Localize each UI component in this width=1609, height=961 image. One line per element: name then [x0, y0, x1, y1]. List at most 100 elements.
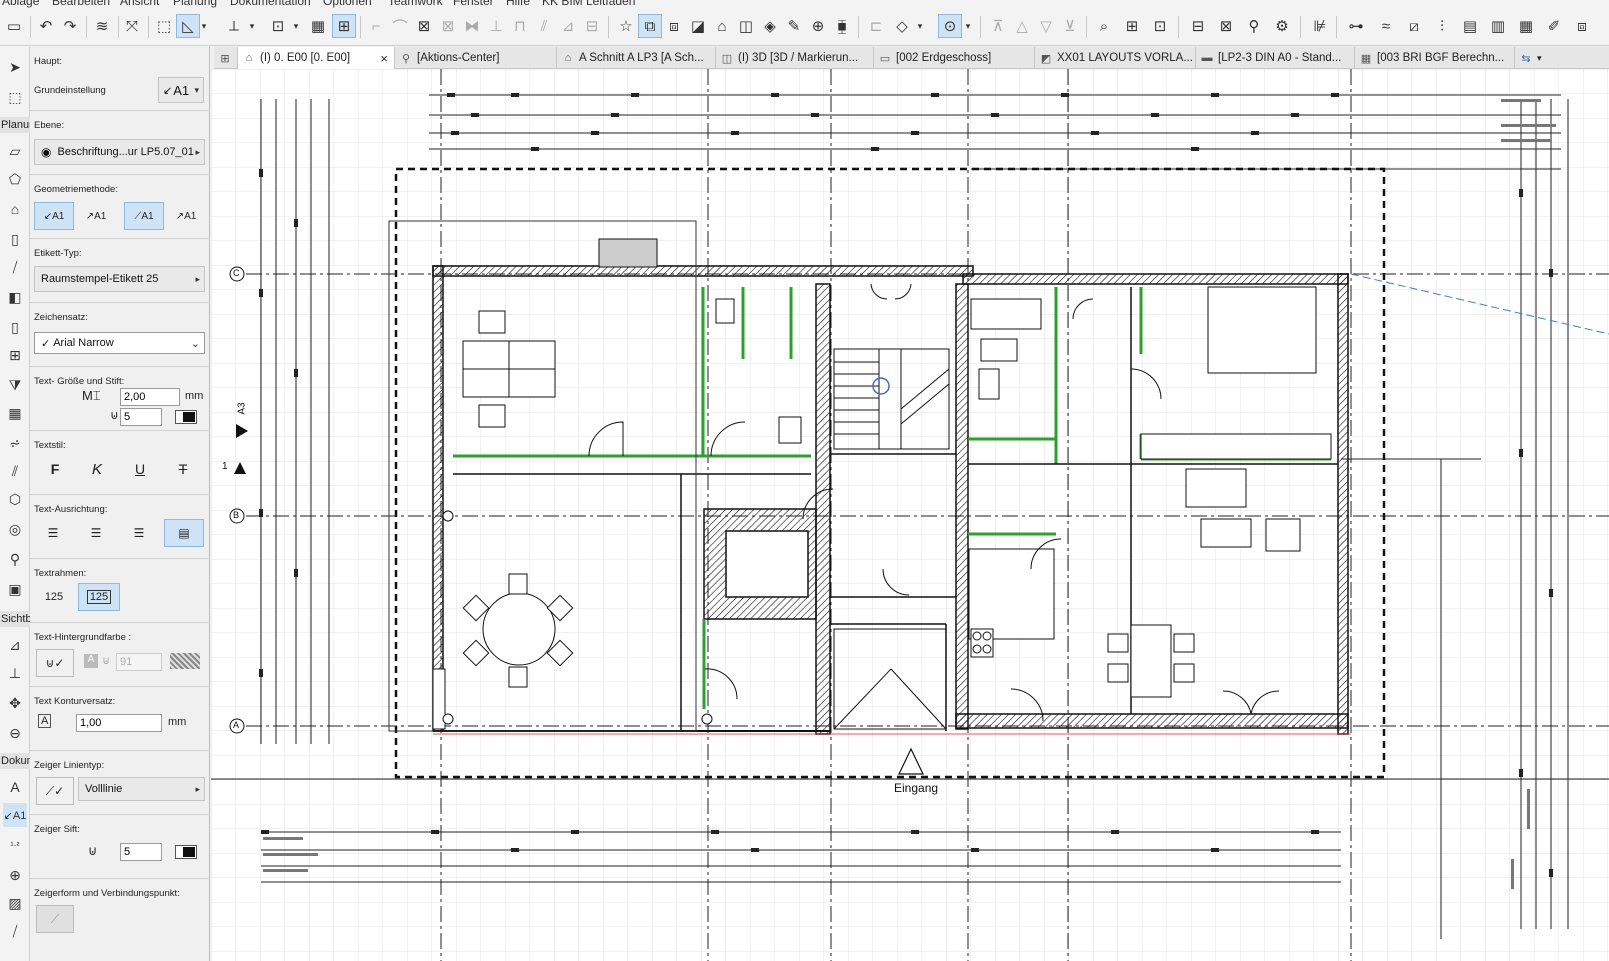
- story-down-icon[interactable]: ▽: [1034, 14, 1058, 38]
- line-type-picker[interactable]: Volllinie ▸: [78, 777, 205, 801]
- tab-floorplan[interactable]: ⌂ (I) 0. E00 [0. E00] ×: [238, 47, 395, 69]
- background-pen-input[interactable]: [116, 653, 162, 671]
- font-select[interactable]: ✓ Arial Narrow ⌄: [34, 332, 205, 354]
- resize-icon[interactable]: ⊟: [580, 14, 604, 38]
- frame-off-button[interactable]: 125: [38, 583, 70, 611]
- morph-tool-icon[interactable]: ◎: [3, 517, 27, 541]
- gravity-icon[interactable]: ⊡: [266, 14, 290, 38]
- building-material-icon[interactable]: ▦: [1514, 14, 1538, 38]
- pointer-style-button[interactable]: ⟋✓: [36, 777, 74, 805]
- tab-lp2-3[interactable]: ▬ [LP2-3 DIN A0 - Stand...: [1196, 47, 1355, 69]
- menu-ansicht[interactable]: Ansicht: [120, 0, 159, 8]
- stretch-icon[interactable]: ⊿: [556, 14, 580, 38]
- menu-ablage[interactable]: Ablage: [2, 0, 39, 8]
- worksheet-tool-icon[interactable]: ⊖: [3, 721, 27, 745]
- issue-icon[interactable]: ⚙: [1270, 14, 1294, 38]
- pen-color-swatch[interactable]: [175, 410, 197, 424]
- line-tool-icon[interactable]: ⧸: [3, 919, 27, 943]
- publish-icon[interactable]: ⊡: [1148, 14, 1172, 38]
- pointer-shape-button[interactable]: ⟋: [36, 905, 74, 933]
- redo-icon[interactable]: ↷: [58, 14, 82, 38]
- shell-tool-icon[interactable]: ⬡: [3, 487, 27, 511]
- surface-icon[interactable]: ⧄: [1402, 14, 1426, 38]
- tab-layouts-vorlage[interactable]: ◩ XX01 LAYOUTS VORLA...: [1035, 47, 1196, 69]
- intersect-icon[interactable]: ⊠: [412, 14, 436, 38]
- quantities-icon[interactable]: ⊠: [1214, 14, 1238, 38]
- tab-schnitt[interactable]: ⌂ A Schnitt A LP3 [A Sch...: [557, 47, 716, 69]
- outline-offset-input[interactable]: [76, 714, 162, 732]
- edit-tool-2-icon[interactable]: ⌒: [388, 14, 412, 38]
- strikethrough-button[interactable]: T: [170, 455, 196, 483]
- underline-button[interactable]: U: [127, 455, 153, 483]
- geometry-method-3-button[interactable]: ⟋A1: [124, 202, 164, 230]
- level-tool-icon[interactable]: ⊕: [3, 863, 27, 887]
- label-type-picker[interactable]: Raumstempel-Etikett 25 ▸: [34, 266, 205, 292]
- story-down2-icon[interactable]: ⊻: [1058, 14, 1082, 38]
- renovation-dropdown-icon[interactable]: ▾: [914, 14, 926, 38]
- arrow-tool-icon[interactable]: ➤: [3, 55, 27, 79]
- bold-button[interactable]: F: [42, 455, 68, 483]
- tab-aktions-center[interactable]: ⚲ [Aktions-Center]: [395, 47, 557, 69]
- menu-bearbeiten[interactable]: Bearbeiten: [52, 0, 110, 8]
- line-type-icon[interactable]: ≈: [1374, 14, 1398, 38]
- guide-line-icon[interactable]: ◺: [176, 14, 200, 38]
- interior-tool-icon[interactable]: ✥: [3, 691, 27, 715]
- story-up2-icon[interactable]: △: [1010, 14, 1034, 38]
- roof-tool-icon[interactable]: ⌂: [3, 197, 27, 221]
- column-tool-icon[interactable]: ▯: [3, 227, 27, 251]
- menu-planung[interactable]: Planung: [173, 0, 217, 8]
- element-info-icon[interactable]: ⊟: [1186, 14, 1210, 38]
- tab-bri-bgf[interactable]: ▦ [003 BRI BGF Berechn...: [1355, 47, 1515, 69]
- window-tool-icon[interactable]: ▯: [3, 315, 27, 339]
- text-size-input[interactable]: [120, 388, 180, 406]
- renovation-icon[interactable]: ◇: [890, 14, 914, 38]
- align-right-button[interactable]: ☰: [122, 519, 156, 547]
- partial-dropdown-icon[interactable]: ▾: [962, 14, 974, 38]
- tab-3d[interactable]: ◫ (I) 3D [3D / Markierun...: [716, 47, 874, 69]
- fill-type-icon[interactable]: ▥: [1486, 14, 1510, 38]
- align-left-button[interactable]: ☰: [36, 519, 70, 547]
- structure-icon[interactable]: ⊏: [864, 14, 888, 38]
- favorite-icon[interactable]: ☆: [614, 14, 638, 38]
- label-tool-icon[interactable]: ↙A1: [3, 803, 27, 827]
- menu-fenster[interactable]: Fenster: [453, 0, 494, 8]
- model-view-icon[interactable]: ⧈: [1570, 14, 1594, 38]
- toolbox-group-planung[interactable]: Planung: [0, 117, 30, 133]
- toolbox-group-dokumentation[interactable]: Dokumentation: [0, 753, 30, 769]
- camera-icon[interactable]: ⌂: [710, 14, 734, 38]
- measure-icon[interactable]: ⧯: [830, 14, 854, 38]
- property-icon[interactable]: ⚲: [1242, 14, 1266, 38]
- railing-tool-icon[interactable]: ⩫: [3, 431, 27, 455]
- edit-tool-1-icon[interactable]: ⌐: [364, 14, 388, 38]
- beam-tool-icon[interactable]: ⧸: [3, 255, 27, 279]
- favorites-picker[interactable]: ↙ A1 ▾: [158, 77, 204, 103]
- book-icon[interactable]: ◫: [734, 14, 758, 38]
- frame-on-button[interactable]: 125: [78, 583, 120, 611]
- text-tool-icon[interactable]: A: [3, 775, 27, 799]
- pen-number-input[interactable]: [120, 408, 162, 426]
- geometry-method-4-button[interactable]: ↗A1: [168, 202, 204, 230]
- selection-icon[interactable]: ⬚: [152, 14, 176, 38]
- offset-icon[interactable]: ⊓: [508, 14, 532, 38]
- elevation-tool-icon[interactable]: ⊥: [3, 661, 27, 685]
- gravity-dropdown-icon[interactable]: ▾: [290, 14, 302, 38]
- pointer-pen-input[interactable]: [120, 843, 162, 861]
- background-toggle-button[interactable]: ⊍✓: [36, 649, 74, 677]
- align-justify-button[interactable]: ▤: [164, 519, 204, 547]
- wall-tool-icon[interactable]: ▱: [3, 139, 27, 163]
- toolbox-group-sichtbarkeit[interactable]: Sichtbarkeit: [0, 611, 30, 627]
- mirror-icon[interactable]: ⧓: [460, 14, 484, 38]
- object-tool-icon[interactable]: ⚲: [3, 547, 27, 571]
- cursor-snap-icon[interactable]: ⤧: [120, 14, 144, 38]
- inject-icon[interactable]: ⧈: [662, 14, 686, 38]
- background-pattern-swatch[interactable]: [170, 653, 200, 669]
- snap-on-icon[interactable]: ⊞: [332, 14, 356, 38]
- ramp-tool-icon[interactable]: ⫽: [3, 459, 27, 483]
- check-icon[interactable]: ⊯: [1308, 14, 1332, 38]
- tab-overview-button[interactable]: ⊞: [214, 47, 238, 69]
- menu-kk-bim[interactable]: KK BIM Leitfaden: [542, 0, 635, 8]
- find-select-icon[interactable]: ⌕: [1092, 14, 1116, 38]
- split-icon[interactable]: ⫽: [532, 14, 556, 38]
- 3d-view-icon[interactable]: ◪: [686, 14, 710, 38]
- slab-tool-icon[interactable]: ⬠: [3, 167, 27, 191]
